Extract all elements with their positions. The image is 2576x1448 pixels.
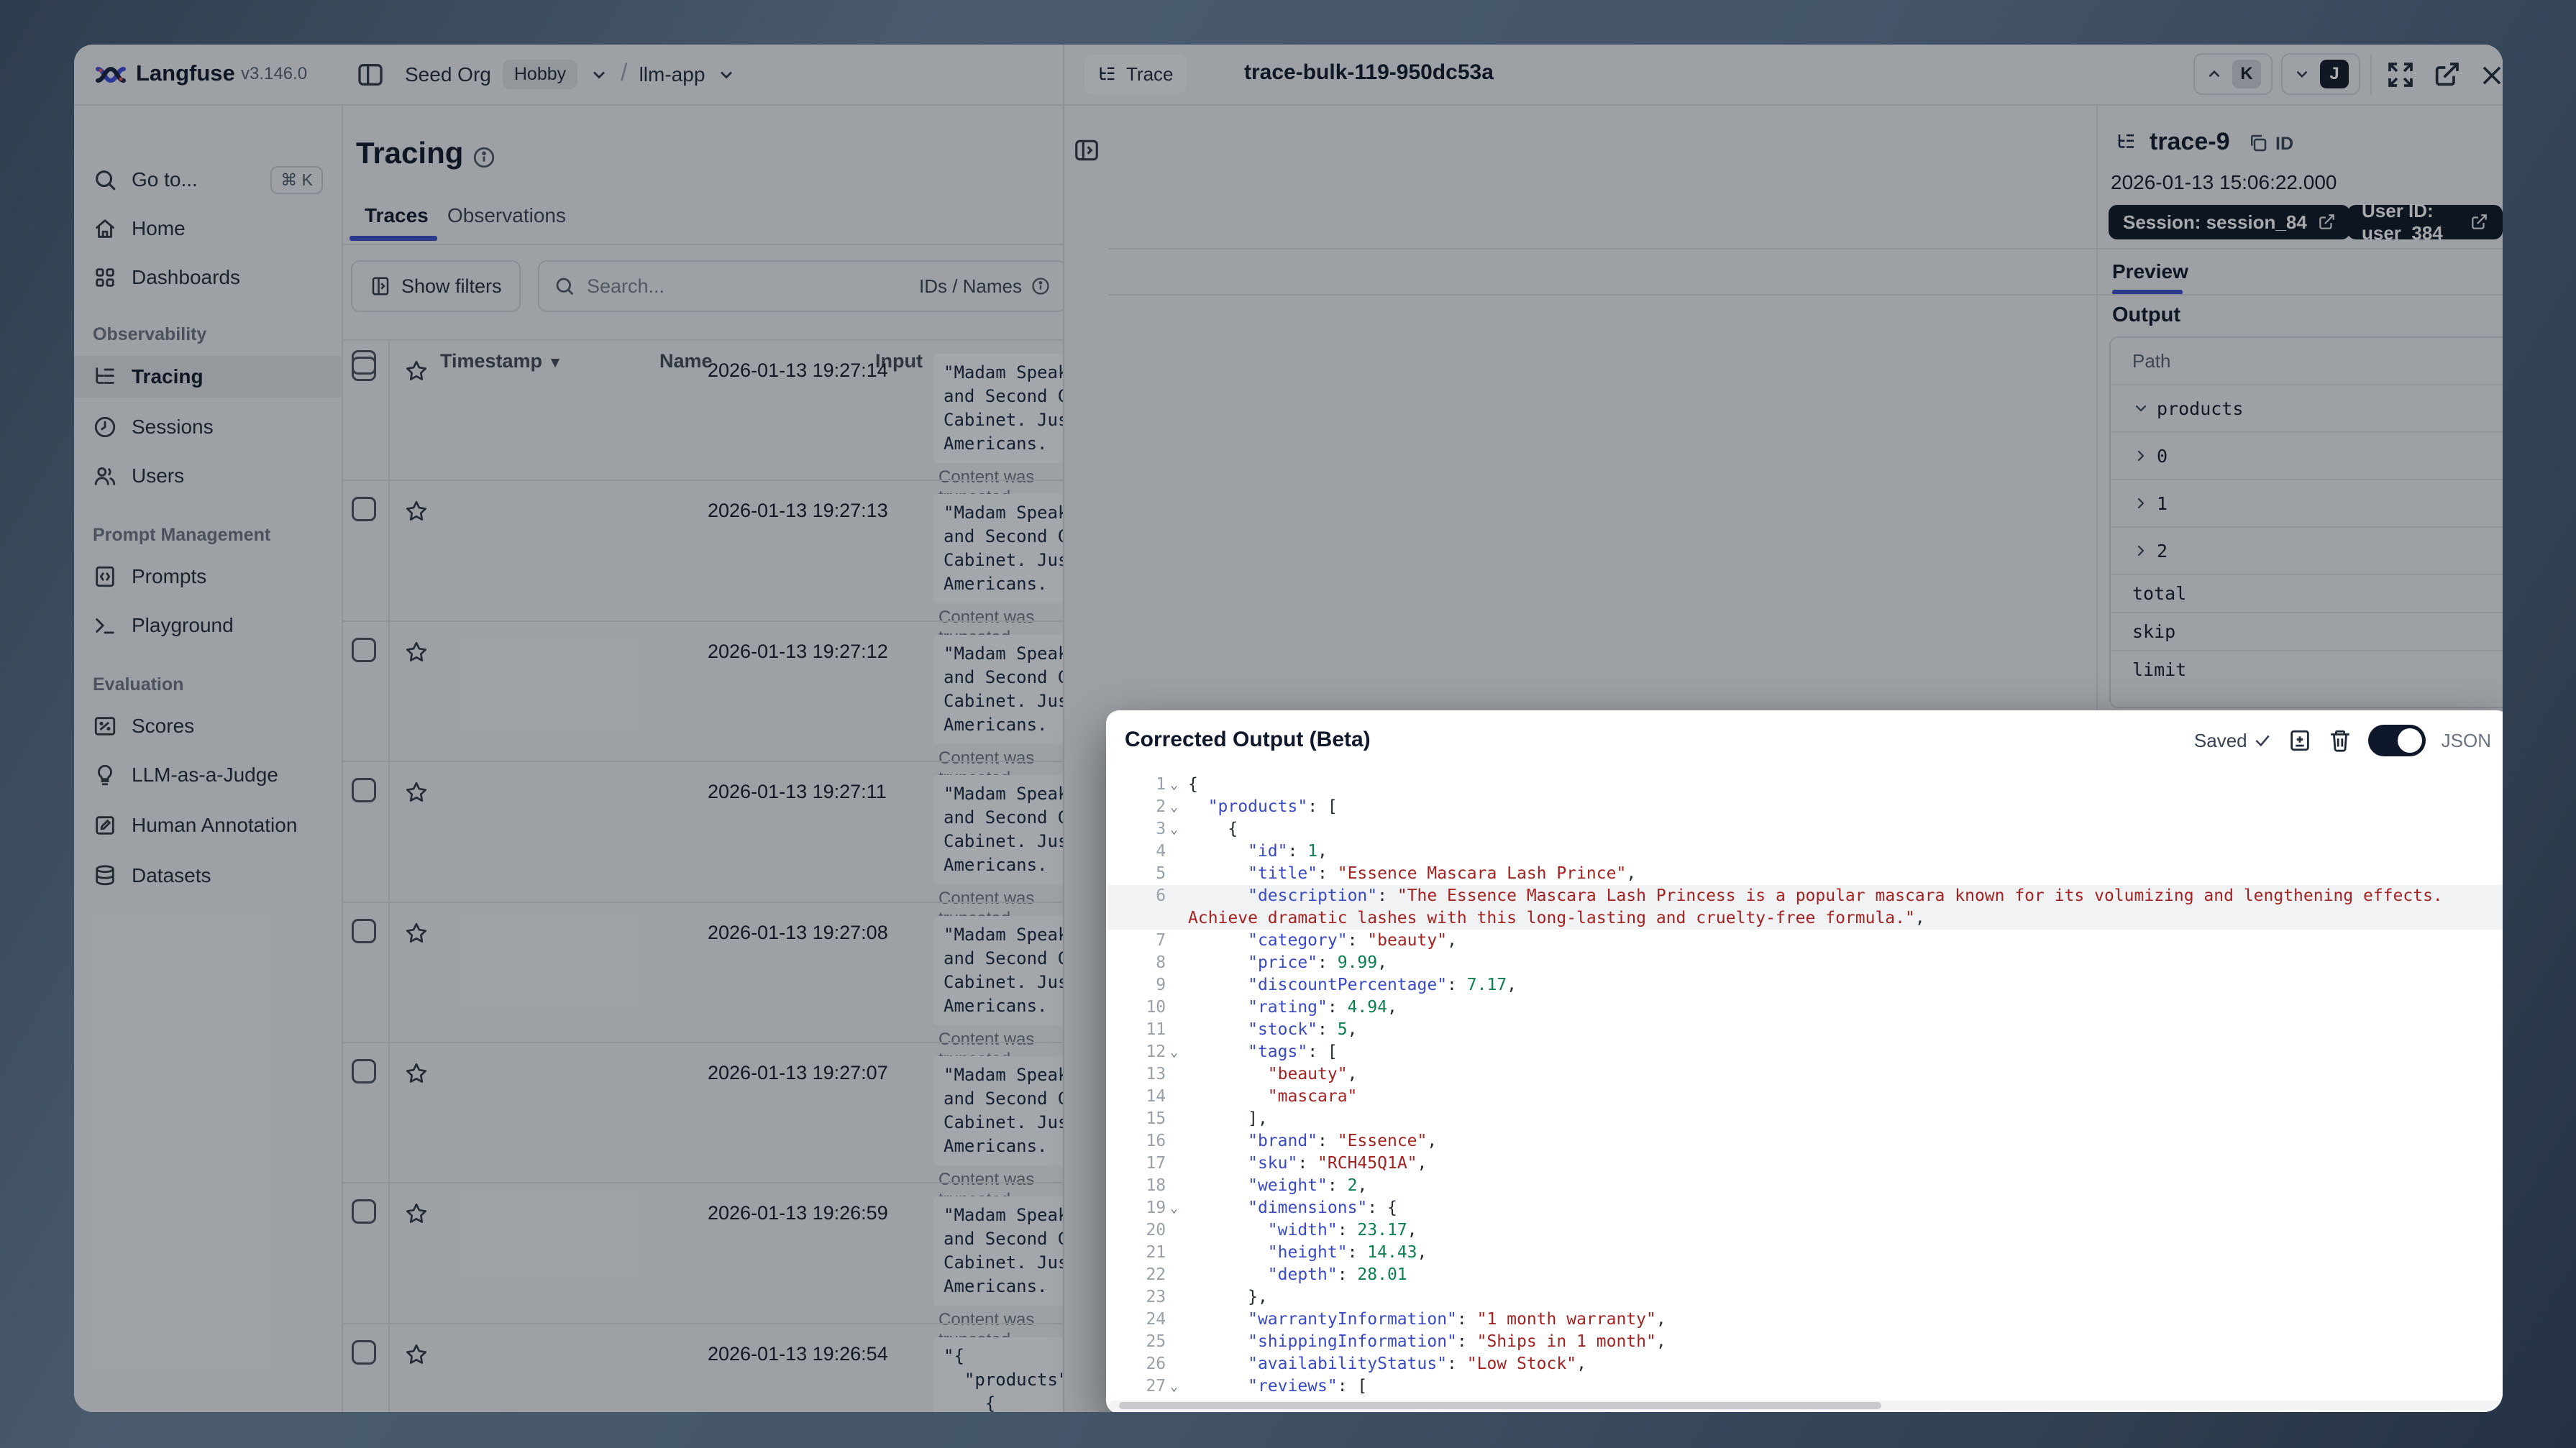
- fold-chevron-icon: [1170, 1086, 1178, 1108]
- code-line-22: 22 "depth": 28.01: [1107, 1264, 2503, 1286]
- line-number: 7: [1107, 930, 1188, 952]
- code-line-14: 14 "mascara": [1107, 1086, 2503, 1108]
- code-line-11: 11 "stock": 5,: [1107, 1019, 2503, 1041]
- fold-chevron-icon: [1170, 1108, 1178, 1130]
- fold-chevron-icon: [1170, 996, 1178, 1019]
- fold-chevron-icon[interactable]: ⌄: [1170, 774, 1178, 796]
- line-number: 9: [1107, 974, 1188, 996]
- line-number: 22: [1107, 1264, 1188, 1286]
- corrected-output-heading: Corrected Output (Beta): [1125, 728, 1371, 751]
- code-line-13: 13 "beauty",: [1107, 1063, 2503, 1086]
- line-number: 11: [1107, 1019, 1188, 1041]
- fold-chevron-icon: [1170, 1242, 1178, 1264]
- code-line-7: 7 "category": "beauty",: [1107, 930, 2503, 952]
- fold-chevron-icon: [1170, 1331, 1178, 1353]
- code-line-25: 25 "shippingInformation": "Ships in 1 mo…: [1107, 1331, 2503, 1353]
- line-number: 6: [1107, 885, 1188, 930]
- code-line-19: 19 ⌄ "dimensions": {: [1107, 1197, 2503, 1219]
- fold-chevron-icon: [1170, 1286, 1178, 1309]
- line-number: 19 ⌄: [1107, 1197, 1188, 1219]
- saved-status: Saved: [2194, 730, 2272, 752]
- line-number: 12 ⌄: [1107, 1041, 1188, 1063]
- fold-chevron-icon[interactable]: ⌄: [1170, 1041, 1178, 1063]
- line-number: 23: [1107, 1286, 1188, 1309]
- code-line-2: 2 ⌄ "products": [: [1107, 796, 2503, 818]
- fold-chevron-icon: [1170, 885, 1178, 907]
- code-line-18: 18 "weight": 2,: [1107, 1175, 2503, 1197]
- saved-label: Saved: [2193, 729, 2247, 751]
- code-line-23: 23 },: [1107, 1286, 2503, 1309]
- fold-chevron-icon[interactable]: ⌄: [1170, 796, 1178, 818]
- line-number: 4: [1107, 840, 1188, 863]
- code-line-4: 4 "id": 1,: [1107, 840, 2503, 863]
- fold-chevron-icon: [1170, 1353, 1178, 1375]
- code-line-24: 24 "warrantyInformation": "1 month warra…: [1107, 1309, 2503, 1331]
- code-line-20: 20 "width": 23.17,: [1107, 1219, 2503, 1242]
- check-icon: [2253, 731, 2272, 750]
- line-number: 18: [1107, 1175, 1188, 1197]
- line-number: 14: [1107, 1086, 1188, 1108]
- toggle-knob: [2397, 728, 2422, 753]
- line-number: 3 ⌄: [1107, 818, 1188, 840]
- screenshot-stage: Langfuse v3.146.0 Seed Org Hobby / llm-a…: [0, 0, 2576, 1448]
- fold-chevron-icon[interactable]: ⌄: [1170, 818, 1178, 840]
- line-number: 15: [1107, 1108, 1188, 1130]
- fold-chevron-icon: [1170, 1309, 1178, 1331]
- code-line-5: 5 "title": "Essence Mascara Lash Prince"…: [1107, 863, 2503, 885]
- line-number: 25: [1107, 1331, 1188, 1353]
- fold-chevron-icon: [1170, 1019, 1178, 1041]
- code-line-10: 10 "rating": 4.94,: [1107, 996, 2503, 1019]
- line-number: 10: [1107, 996, 1188, 1019]
- fold-chevron-icon: [1170, 930, 1178, 952]
- fold-chevron-icon: [1170, 974, 1178, 996]
- fold-chevron-icon: [1170, 1175, 1178, 1197]
- json-toggle-label: JSON: [2441, 729, 2491, 751]
- line-number: 16: [1107, 1130, 1188, 1153]
- line-number: 26: [1107, 1353, 1188, 1375]
- json-toggle[interactable]: [2367, 725, 2426, 756]
- line-number: 1 ⌄: [1107, 774, 1188, 796]
- fold-chevron-icon: [1170, 863, 1178, 885]
- line-number: 27 ⌄: [1107, 1375, 1188, 1395]
- fold-chevron-icon: [1170, 1130, 1178, 1153]
- code-line-15: 15 ],: [1107, 1108, 2503, 1130]
- line-number: 2 ⌄: [1107, 796, 1188, 818]
- scrollbar-thumb[interactable]: [1119, 1402, 1881, 1409]
- editor-horizontal-scrollbar[interactable]: [1109, 1401, 2503, 1411]
- trash-icon[interactable]: [2328, 728, 2352, 753]
- code-line-3: 3 ⌄ {: [1107, 818, 2503, 840]
- line-number: 21: [1107, 1242, 1188, 1264]
- fold-chevron-icon: [1170, 1063, 1178, 1086]
- code-line-27: 27 ⌄ "reviews": [: [1107, 1375, 2503, 1395]
- code-line-21: 21 "height": 14.43,: [1107, 1242, 2503, 1264]
- code-line-16: 16 "brand": "Essence",: [1107, 1130, 2503, 1153]
- fold-chevron-icon: [1170, 1219, 1178, 1242]
- fold-chevron-icon: [1170, 1153, 1178, 1175]
- code-line-6: 6 "description": "The Essence Mascara La…: [1107, 885, 2503, 930]
- line-number: 24: [1107, 1309, 1188, 1331]
- code-line-12: 12 ⌄ "tags": [: [1107, 1041, 2503, 1063]
- code-line-26: 26 "availabilityStatus": "Low Stock",: [1107, 1353, 2503, 1375]
- fold-chevron-icon[interactable]: ⌄: [1170, 1375, 1178, 1395]
- code-line-1: 1 ⌄{: [1107, 774, 2503, 796]
- line-number: 20: [1107, 1219, 1188, 1242]
- corrected-output-controls: Saved JSON: [2194, 725, 2491, 756]
- app-window: Langfuse v3.146.0 Seed Org Hobby / llm-a…: [74, 45, 2503, 1412]
- fold-chevron-icon: [1170, 1264, 1178, 1286]
- corrected-output-panel: Corrected Output (Beta) Saved JSON 1 ⌄{2 ⌄…: [1106, 710, 2503, 1412]
- json-code-editor[interactable]: 1 ⌄{2 ⌄ "products": [3 ⌄ {4 "id": 1, 5 "titl…: [1107, 774, 2503, 1395]
- line-number: 17: [1107, 1153, 1188, 1175]
- code-line-8: 8 "price": 9.99,: [1107, 952, 2503, 974]
- code-line-17: 17 "sku": "RCH45Q1A",: [1107, 1153, 2503, 1175]
- fold-chevron-icon: [1170, 952, 1178, 974]
- line-number: 5: [1107, 863, 1188, 885]
- fold-chevron-icon: [1170, 840, 1178, 863]
- code-line-9: 9 "discountPercentage": 7.17,: [1107, 974, 2503, 996]
- fold-chevron-icon[interactable]: ⌄: [1170, 1197, 1178, 1219]
- line-number: 8: [1107, 952, 1188, 974]
- save-icon[interactable]: [2288, 728, 2312, 753]
- line-number: 13: [1107, 1063, 1188, 1086]
